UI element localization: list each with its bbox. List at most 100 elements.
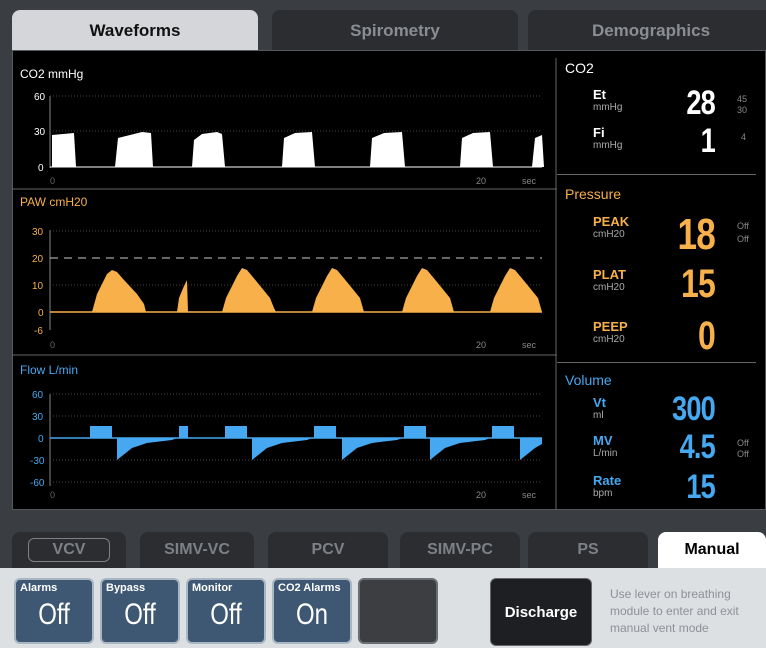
flow-y-ticks: 60 30 0 -30 -60 <box>30 390 45 489</box>
flow-tick-neg60: -60 <box>30 478 45 489</box>
rate-label: Rate <box>593 473 622 488</box>
discharge-button[interactable]: Discharge <box>490 578 592 646</box>
co2-x-0: 0 <box>50 176 55 186</box>
peep-label: PEEP <box>593 319 628 334</box>
empty-button[interactable] <box>358 578 438 644</box>
co2-tick-60: 60 <box>34 92 46 103</box>
tab-waveforms-label: Waveforms <box>89 21 181 40</box>
bypass-button[interactable]: Bypass Off <box>100 578 180 644</box>
paw-y-ticks: 30 20 10 0 -6 <box>32 227 44 337</box>
monitor-button[interactable]: Monitor Off <box>186 578 266 644</box>
flow-tick-0: 0 <box>38 434 44 445</box>
vt-label: Vt <box>593 395 606 410</box>
mv-label: MV <box>593 433 613 448</box>
plat-value: 15 <box>681 262 716 306</box>
tab-demographics[interactable]: Demographics <box>528 10 766 52</box>
co2-x-sec: sec <box>522 176 537 186</box>
monitor-button-label: Monitor <box>192 582 233 594</box>
mv-value: 4.5 <box>679 428 716 466</box>
mode-pcv-label: PCV <box>311 541 345 558</box>
waveform-area: CO2 mmHg 60 30 0 0 20 sec PAW cmH20 30 2… <box>12 58 557 510</box>
co2-y-ticks: 60 30 0 <box>34 92 46 174</box>
co2-x-20: 20 <box>476 176 486 186</box>
fi-label: Fi <box>593 125 605 140</box>
et-label: Et <box>593 87 606 102</box>
co2-section-title: CO2 <box>565 60 594 76</box>
peak-limit-hi: Off <box>737 221 749 231</box>
fi-unit: mmHg <box>593 140 623 151</box>
et-limit-hi: 45 <box>737 94 748 104</box>
et-unit: mmHg <box>593 102 623 113</box>
vt-value: 300 <box>672 390 716 428</box>
vt-unit: ml <box>593 410 604 421</box>
tab-demographics-label: Demographics <box>591 21 711 40</box>
flow-x-sec: sec <box>522 490 537 500</box>
bypass-button-value: Off <box>124 598 156 631</box>
co2-tick-30: 30 <box>34 127 46 138</box>
mode-manual[interactable]: Manual <box>658 532 766 568</box>
mode-simv-pc-label: SIMV-PC <box>427 541 493 558</box>
flow-tick-neg30: -30 <box>30 456 45 467</box>
co2-alarms-button-label: CO2 Alarms <box>278 582 341 594</box>
paw-tick-neg6: -6 <box>34 326 43 337</box>
tab-waveforms[interactable]: Waveforms <box>12 10 258 52</box>
co2-alarms-button[interactable]: CO2 Alarms On <box>272 578 352 644</box>
fi-value: 1 <box>700 122 716 160</box>
mode-ps-label: PS <box>577 541 599 558</box>
co2-alarms-button-value: On <box>295 598 329 631</box>
pressure-section-title: Pressure <box>565 186 622 202</box>
paw-waveform <box>52 268 542 312</box>
paw-tick-0: 0 <box>38 308 44 319</box>
peep-unit: cmH20 <box>593 334 625 345</box>
plat-unit: cmH20 <box>593 282 625 293</box>
peak-unit: cmH20 <box>593 229 625 240</box>
peak-limit-lo: Off <box>737 234 749 244</box>
alarms-button-label: Alarms <box>20 582 58 594</box>
paw-x-sec: sec <box>522 340 537 350</box>
alarms-button[interactable]: Alarms Off <box>14 578 94 644</box>
top-tab-bar: Waveforms Spirometry Demographics <box>12 10 766 52</box>
et-limit-lo: 30 <box>737 105 748 115</box>
rate-unit: bpm <box>593 488 613 499</box>
mode-simv-vc[interactable]: SIMV-VC <box>140 532 254 568</box>
flow-x-20: 20 <box>476 490 486 500</box>
co2-tick-0: 0 <box>38 163 44 174</box>
tab-spirometry[interactable]: Spirometry <box>272 10 518 52</box>
mode-manual-label: Manual <box>684 541 740 558</box>
mv-unit: L/min <box>593 448 618 459</box>
co2-wave-title: CO2 mmHg <box>20 67 83 81</box>
divider <box>557 362 756 363</box>
alarms-button-value: Off <box>38 598 70 631</box>
paw-wave-title: PAW cmH20 <box>20 195 88 209</box>
mode-pcv[interactable]: PCV <box>268 532 388 568</box>
mode-simv-pc[interactable]: SIMV-PC <box>400 532 520 568</box>
peak-value: 18 <box>677 210 715 259</box>
mode-simv-vc-label: SIMV-VC <box>164 541 230 558</box>
plat-label: PLAT <box>593 267 626 282</box>
flow-tick-60: 60 <box>32 390 44 401</box>
paw-x-0: 0 <box>50 340 55 350</box>
peep-value: 0 <box>698 314 716 358</box>
mode-vcv-label: VCV <box>27 538 111 562</box>
vent-mode-bar: VCV SIMV-VC PCV SIMV-PC PS Manual <box>12 532 766 568</box>
flow-wave-title: Flow L/min <box>20 363 78 377</box>
volume-section-title: Volume <box>565 372 612 388</box>
paw-tick-20: 20 <box>32 254 44 265</box>
paw-tick-30: 30 <box>32 227 44 238</box>
mv-limit-hi: Off <box>737 438 749 448</box>
fi-limit: 4 <box>741 132 747 142</box>
tab-spirometry-label: Spirometry <box>350 21 440 40</box>
discharge-label: Discharge <box>504 603 578 621</box>
et-value: 28 <box>686 84 715 122</box>
mode-vcv[interactable]: VCV <box>12 532 126 568</box>
bypass-button-label: Bypass <box>106 582 146 594</box>
rate-value: 15 <box>686 468 715 506</box>
mv-limit-lo: Off <box>737 449 749 459</box>
flow-x-0: 0 <box>50 490 55 500</box>
flow-waveform <box>90 426 542 460</box>
monitor-button-value: Off <box>210 598 242 631</box>
paw-x-20: 20 <box>476 340 486 350</box>
flow-tick-30: 30 <box>32 412 44 423</box>
numeric-panel: CO2 Et mmHg 28 45 30 Fi mmHg 1 4 Pressur… <box>557 58 766 510</box>
mode-ps[interactable]: PS <box>528 532 648 568</box>
